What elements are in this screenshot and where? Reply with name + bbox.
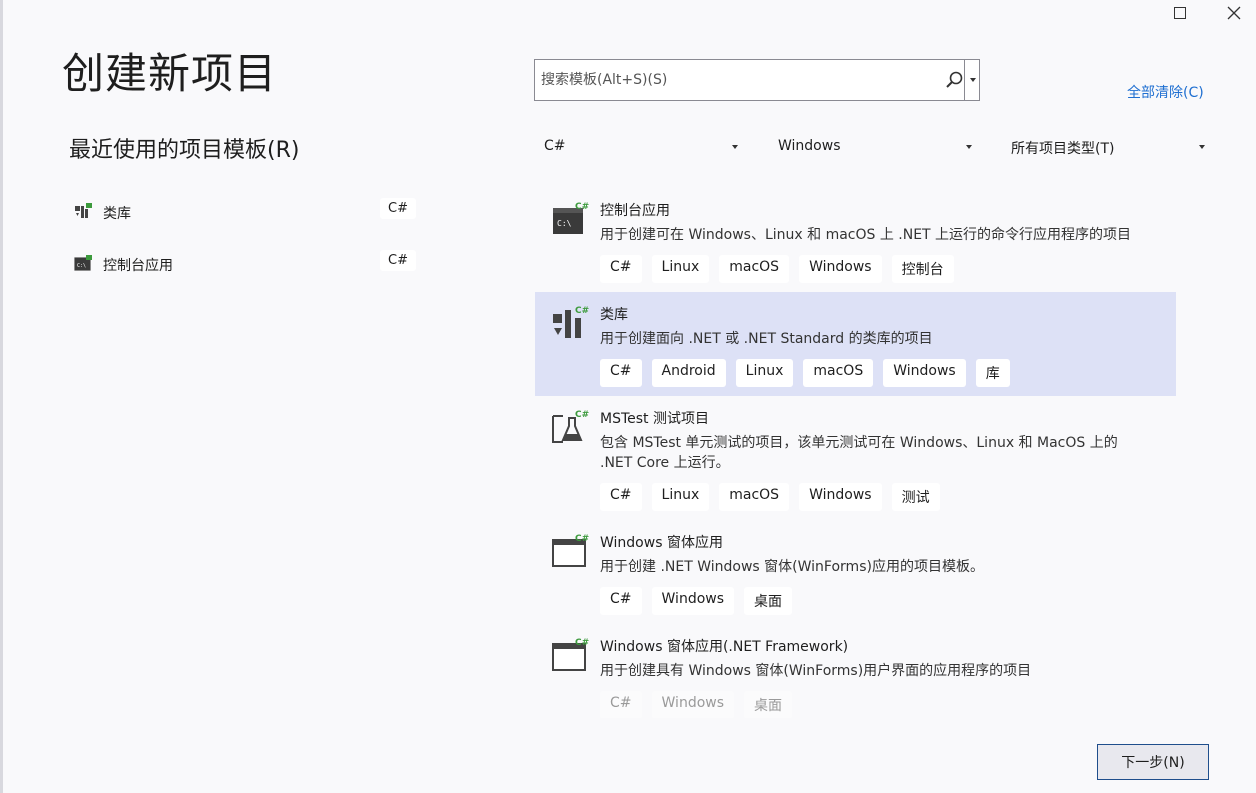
class-library-icon: C#	[553, 306, 589, 338]
template-console-app[interactable]: C:\ C# 控制台应用 用于创建可在 Windows、Linux 和 macO…	[535, 188, 1176, 292]
tag: Windows	[651, 587, 735, 615]
template-tags: C# Windows 桌面	[600, 587, 793, 615]
class-library-icon	[75, 203, 92, 218]
recent-templates-heading: 最近使用的项目模板(R)	[69, 138, 300, 163]
tag: macOS	[719, 483, 790, 511]
chevron-down-icon	[966, 145, 972, 149]
template-name: MSTest 测试项目	[600, 411, 709, 427]
template-name: 控制台应用	[600, 203, 670, 219]
template-tags: C# Linux macOS Windows 控制台	[600, 255, 954, 283]
tag: C#	[600, 483, 642, 511]
tag: Windows	[799, 255, 882, 283]
console-app-icon: C:\	[74, 255, 92, 271]
create-new-project-window: 创建新项目 最近使用的项目模板(R) 类库 C# C:\ 控制台应用 C# 搜索…	[0, 0, 1256, 793]
clear-all-link[interactable]: 全部清除(C)	[1127, 82, 1204, 102]
tag: Windows	[799, 483, 882, 511]
recent-templates-list: 类库 C# C:\ 控制台应用 C#	[68, 196, 428, 300]
template-winforms-netframework[interactable]: C# Windows 窗体应用(.NET Framework) 用于创建具有 W…	[535, 624, 1176, 718]
chevron-down-icon	[732, 145, 738, 149]
template-mstest[interactable]: C# MSTest 测试项目 包含 MSTest 单元测试的项目，该单元测试可在…	[535, 396, 1176, 520]
template-tags: C# Windows 桌面	[600, 691, 793, 718]
language-filter[interactable]: C#	[534, 134, 744, 160]
template-description: 用于创建 .NET Windows 窗体(WinForms)应用的项目模板。	[600, 559, 984, 575]
page-title: 创建新项目	[62, 49, 278, 98]
tag: macOS	[719, 255, 790, 283]
platform-filter-value: Windows	[778, 138, 841, 154]
template-description: 用于创建面向 .NET 或 .NET Standard 的类库的项目	[600, 331, 933, 347]
close-icon	[1227, 6, 1241, 20]
svg-text:C#: C#	[575, 534, 589, 544]
template-tags: C# Linux macOS Windows 测试	[600, 483, 940, 511]
close-button[interactable]	[1211, 0, 1256, 26]
winforms-app-icon: C#	[552, 638, 589, 671]
template-description: 用于创建可在 Windows、Linux 和 macOS 上 .NET 上运行的…	[600, 227, 1132, 243]
recent-item-label: 控制台应用	[103, 258, 173, 274]
tag: 桌面	[744, 587, 793, 615]
template-name: Windows 窗体应用	[600, 535, 723, 551]
search-input[interactable]	[535, 60, 935, 100]
recent-item-class-library[interactable]: 类库 C#	[68, 196, 428, 248]
svg-text:C#: C#	[575, 202, 589, 212]
tag: 测试	[891, 483, 940, 511]
template-class-library[interactable]: C# 类库 用于创建面向 .NET 或 .NET Standard 的类库的项目…	[535, 292, 1176, 396]
maximize-icon	[1174, 7, 1186, 19]
next-button[interactable]: 下一步(N)	[1097, 744, 1209, 780]
maximize-button[interactable]	[1157, 0, 1203, 26]
template-name: 类库	[600, 307, 628, 323]
tag: C#	[600, 691, 642, 718]
tag: Windows	[883, 359, 966, 387]
chevron-down-icon	[1199, 145, 1205, 149]
tag: Windows	[651, 691, 735, 718]
recent-item-label: 类库	[103, 206, 131, 222]
search-box	[534, 59, 980, 101]
tag: C#	[600, 255, 642, 283]
winforms-app-icon: C#	[552, 534, 589, 567]
tag: Android	[651, 359, 726, 387]
template-winforms[interactable]: C# Windows 窗体应用 用于创建 .NET Windows 窗体(Win…	[535, 520, 1176, 624]
search-options-dropdown[interactable]	[964, 60, 980, 100]
svg-text:C#: C#	[575, 306, 589, 316]
chevron-down-icon	[969, 78, 976, 82]
tag: macOS	[803, 359, 874, 387]
template-tags: C# Android Linux macOS Windows 库	[600, 359, 1010, 387]
tag: Linux	[651, 255, 710, 283]
platform-filter[interactable]: Windows	[768, 134, 978, 160]
window-edge	[0, 0, 3, 793]
tag: Linux	[735, 359, 794, 387]
language-tag: C#	[380, 198, 416, 219]
language-tag: C#	[380, 250, 416, 271]
search-icon[interactable]	[945, 70, 965, 90]
template-list: C:\ C# 控制台应用 用于创建可在 Windows、Linux 和 macO…	[535, 188, 1176, 718]
recent-item-console-app[interactable]: C:\ 控制台应用 C#	[68, 248, 428, 300]
svg-text:C#: C#	[575, 410, 589, 420]
tag: Linux	[651, 483, 710, 511]
test-project-icon: C#	[552, 410, 589, 443]
template-name: Windows 窗体应用(.NET Framework)	[600, 639, 849, 655]
tag: C#	[600, 587, 642, 615]
tag: C#	[600, 359, 642, 387]
project-type-filter[interactable]: 所有项目类型(T)	[1001, 134, 1211, 160]
tag: 桌面	[744, 691, 793, 718]
project-type-filter-value: 所有项目类型(T)	[1011, 141, 1115, 157]
language-filter-value: C#	[544, 138, 566, 154]
tag: 控制台	[891, 255, 954, 283]
svg-text:C:\: C:\	[557, 219, 572, 228]
console-app-icon: C:\ C#	[553, 202, 589, 234]
template-description: 用于创建具有 Windows 窗体(WinForms)用户界面的应用程序的项目	[600, 663, 1032, 679]
tag: 库	[975, 359, 1010, 387]
svg-text:C#: C#	[575, 638, 589, 648]
template-description: 包含 MSTest 单元测试的项目，该单元测试可在 Windows、Linux …	[600, 435, 1118, 471]
svg-text:C:\: C:\	[77, 263, 86, 269]
